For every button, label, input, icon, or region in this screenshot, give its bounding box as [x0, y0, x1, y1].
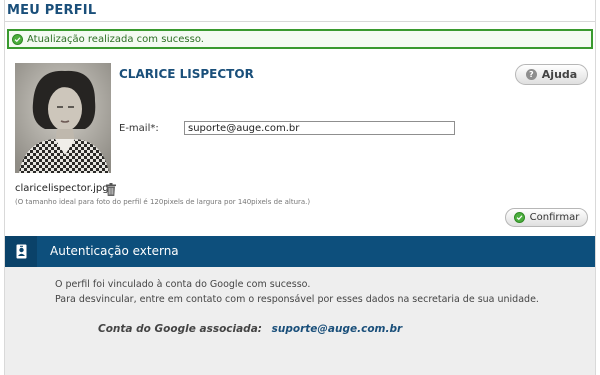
external-auth-title: Autenticação externa: [50, 244, 179, 258]
google-account-row: Conta do Google associada: suporte@auge.…: [98, 323, 402, 335]
google-account-email: suporte@auge.com.br: [271, 323, 403, 335]
id-badge-icon: [5, 236, 37, 267]
confirm-button[interactable]: Confirmar: [505, 208, 588, 227]
external-auth-header: Autenticação externa: [5, 236, 595, 267]
check-circle-icon: [513, 212, 525, 223]
title-divider: [4, 21, 596, 22]
trash-icon[interactable]: [106, 181, 116, 196]
link-success-text: O perfil foi vinculado à conta do Google…: [55, 279, 311, 290]
profile-photo[interactable]: [15, 63, 111, 173]
user-name: CLARICE LISPECTOR: [119, 67, 254, 81]
email-label: E-mail*:: [119, 123, 159, 134]
success-alert: Atualização realizada com sucesso.: [7, 29, 593, 49]
unlink-instructions-text: Para desvincular, entre em contato com o…: [55, 294, 539, 305]
page-title: MEU PERFIL: [7, 3, 97, 18]
alert-message: Atualização realizada com sucesso.: [27, 33, 204, 45]
photo-filename: claricelispector.jpg: [15, 183, 109, 194]
google-account-label: Conta do Google associada:: [98, 323, 262, 335]
help-button-label: Ajuda: [541, 68, 578, 81]
external-auth-body: O perfil foi vinculado à conta do Google…: [5, 267, 595, 375]
photo-size-hint: (O tamanho ideal para foto do perfil é 1…: [15, 198, 311, 206]
check-circle-icon: [12, 33, 23, 45]
help-button[interactable]: ? Ajuda: [515, 64, 588, 85]
email-field[interactable]: [184, 121, 455, 135]
question-circle-icon: ?: [525, 69, 537, 80]
confirm-button-label: Confirmar: [529, 212, 580, 223]
